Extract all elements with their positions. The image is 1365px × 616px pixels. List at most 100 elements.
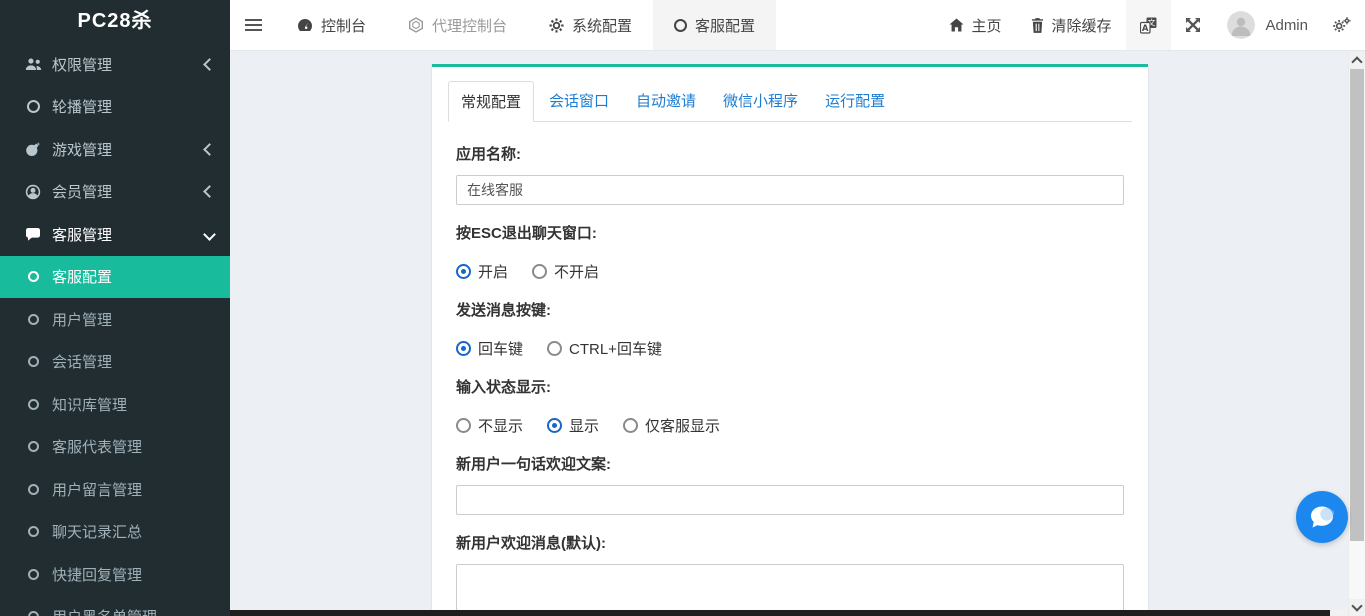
chevron-down-icon [1351,600,1362,611]
chat-fab-button[interactable] [1296,491,1348,543]
sidebar-item-games[interactable]: 游戏管理 [0,128,230,171]
radio-label: 显示 [569,415,599,436]
radio-option-hide[interactable]: 不显示 [456,415,523,436]
welcome-line-input[interactable] [456,485,1124,515]
svg-text:A: A [1142,23,1149,33]
circle-icon [24,98,42,116]
radio-option-show[interactable]: 显示 [547,415,599,436]
sidebar-item-customer-service[interactable]: 客服管理 [0,213,230,256]
top-navbar: 控制台 代理控制台 系统配置 客服配置 [230,0,1365,51]
field-label: 应用名称: [456,143,1124,164]
navbar-right: 主页 清除缓存 文 A [934,0,1365,50]
app-root: PC28杀 权限管理 轮播管理 游戏管理 [0,0,1365,616]
tab-auto-invite[interactable]: 自动邀请 [624,81,708,122]
welcome-message-textarea[interactable] [456,564,1124,616]
sidebar-subitem-chat-logs[interactable]: 聊天记录汇总 [0,511,230,554]
sidebar-subitem-session-mgmt[interactable]: 会话管理 [0,341,230,384]
radio-checked-icon [547,418,562,433]
field-label: 按ESC退出聊天窗口: [456,222,1124,243]
tab-chat-window[interactable]: 会话窗口 [537,81,621,122]
nav-item-system-config[interactable]: 系统配置 [528,0,653,50]
sidebar-item-label: 用户留言管理 [52,479,142,500]
radio-unchecked-icon [456,418,471,433]
user-avatar-icon [1227,11,1255,39]
radio-label: 不显示 [478,415,523,436]
radio-option-esc-off[interactable]: 不开启 [532,261,599,282]
tab-general-config[interactable]: 常规配置 [448,81,534,122]
tab-runtime-config[interactable]: 运行配置 [813,81,897,122]
avatar[interactable] [1227,11,1255,39]
hamburger-icon [245,16,262,34]
circle-icon [24,480,42,498]
sidebar-subitem-user-mgmt[interactable]: 用户管理 [0,298,230,341]
circle-icon [24,608,42,616]
radio-label: 回车键 [478,338,523,359]
sidebar-item-carousel[interactable]: 轮播管理 [0,86,230,129]
sidebar-menu: 权限管理 轮播管理 游戏管理 会员管理 [0,43,230,616]
clear-cache-button[interactable]: 清除缓存 [1016,0,1126,50]
circle-icon [24,565,42,583]
nav-item-agent-console[interactable]: 代理控制台 [387,0,528,50]
app-name-input[interactable] [456,175,1124,205]
settings-cogs-button[interactable] [1318,0,1365,50]
menu-toggle-button[interactable] [230,0,276,50]
tab-wechat-miniprogram[interactable]: 微信小程序 [711,81,810,122]
translate-icon: 文 A [1140,17,1157,34]
radio-option-esc-on[interactable]: 开启 [456,261,508,282]
sidebar-item-members[interactable]: 会员管理 [0,171,230,214]
sidebar-item-label: 用户黑名单管理 [52,606,157,616]
dashboard-icon [297,18,313,32]
home-icon [949,18,964,32]
settings-card: 常规配置 会话窗口 自动邀请 微信小程序 运行配置 应用名称: 按ESC退出聊天… [432,64,1148,616]
chevron-down-icon [203,228,216,241]
sidebar-subitem-knowledge-base[interactable]: 知识库管理 [0,383,230,426]
nav-item-label: 客服配置 [695,15,755,36]
comment-icon [24,225,42,243]
radio-checked-icon [456,264,471,279]
horizontal-scrollbar-thumb[interactable] [230,610,1330,616]
fullscreen-button[interactable] [1171,0,1215,50]
vertical-scrollbar-thumb[interactable] [1350,69,1364,541]
nav-item-label: 控制台 [321,15,366,36]
sidebar-subitem-user-blacklist[interactable]: 用户黑名单管理 [0,596,230,616]
sidebar-subitem-cs-config[interactable]: 客服配置 [0,256,230,299]
circle-icon [24,438,42,456]
scroll-down-button[interactable] [1349,599,1365,616]
circle-icon [674,19,687,32]
chevron-left-icon [203,143,216,156]
nav-item-cs-config[interactable]: 客服配置 [653,0,776,50]
trash-icon [1031,18,1044,33]
sidebar-item-label: 轮播管理 [52,96,112,117]
field-label: 发送消息按键: [456,299,1124,320]
field-label: 新用户欢迎消息(默认): [456,532,1124,553]
hexagon-icon [408,17,424,33]
sidebar: PC28杀 权限管理 轮播管理 游戏管理 [0,0,230,616]
username[interactable]: Admin [1255,0,1318,50]
home-label: 主页 [971,15,1001,36]
gear-icon [549,18,564,33]
users-icon [24,55,42,73]
sidebar-subitem-user-messages[interactable]: 用户留言管理 [0,468,230,511]
chat-bubble-icon [1306,501,1338,533]
radio-option-enter[interactable]: 回车键 [456,338,523,359]
chevron-left-icon [203,185,216,198]
field-send-key: 发送消息按键: 回车键 CTRL+回车键 [456,299,1124,359]
scroll-up-button[interactable] [1349,52,1365,69]
sidebar-subitem-quick-replies[interactable]: 快捷回复管理 [0,553,230,596]
radio-unchecked-icon [532,264,547,279]
general-config-form: 应用名称: 按ESC退出聊天窗口: 开启 不开启 [432,122,1148,616]
bomb-icon [24,140,42,158]
sidebar-item-label: 快捷回复管理 [52,564,142,585]
clear-cache-label: 清除缓存 [1051,15,1111,36]
sidebar-subitem-cs-agents[interactable]: 客服代表管理 [0,426,230,469]
translate-button[interactable]: 文 A [1126,0,1171,50]
fullscreen-icon [1185,17,1201,33]
circle-icon [24,395,42,413]
radio-option-cs-only[interactable]: 仅客服显示 [623,415,720,436]
sidebar-item-permissions[interactable]: 权限管理 [0,43,230,86]
home-link[interactable]: 主页 [934,0,1016,50]
sidebar-item-label: 客服管理 [52,224,112,245]
sidebar-item-label: 客服代表管理 [52,436,142,457]
nav-item-console[interactable]: 控制台 [276,0,387,50]
radio-option-ctrl-enter[interactable]: CTRL+回车键 [547,338,662,359]
